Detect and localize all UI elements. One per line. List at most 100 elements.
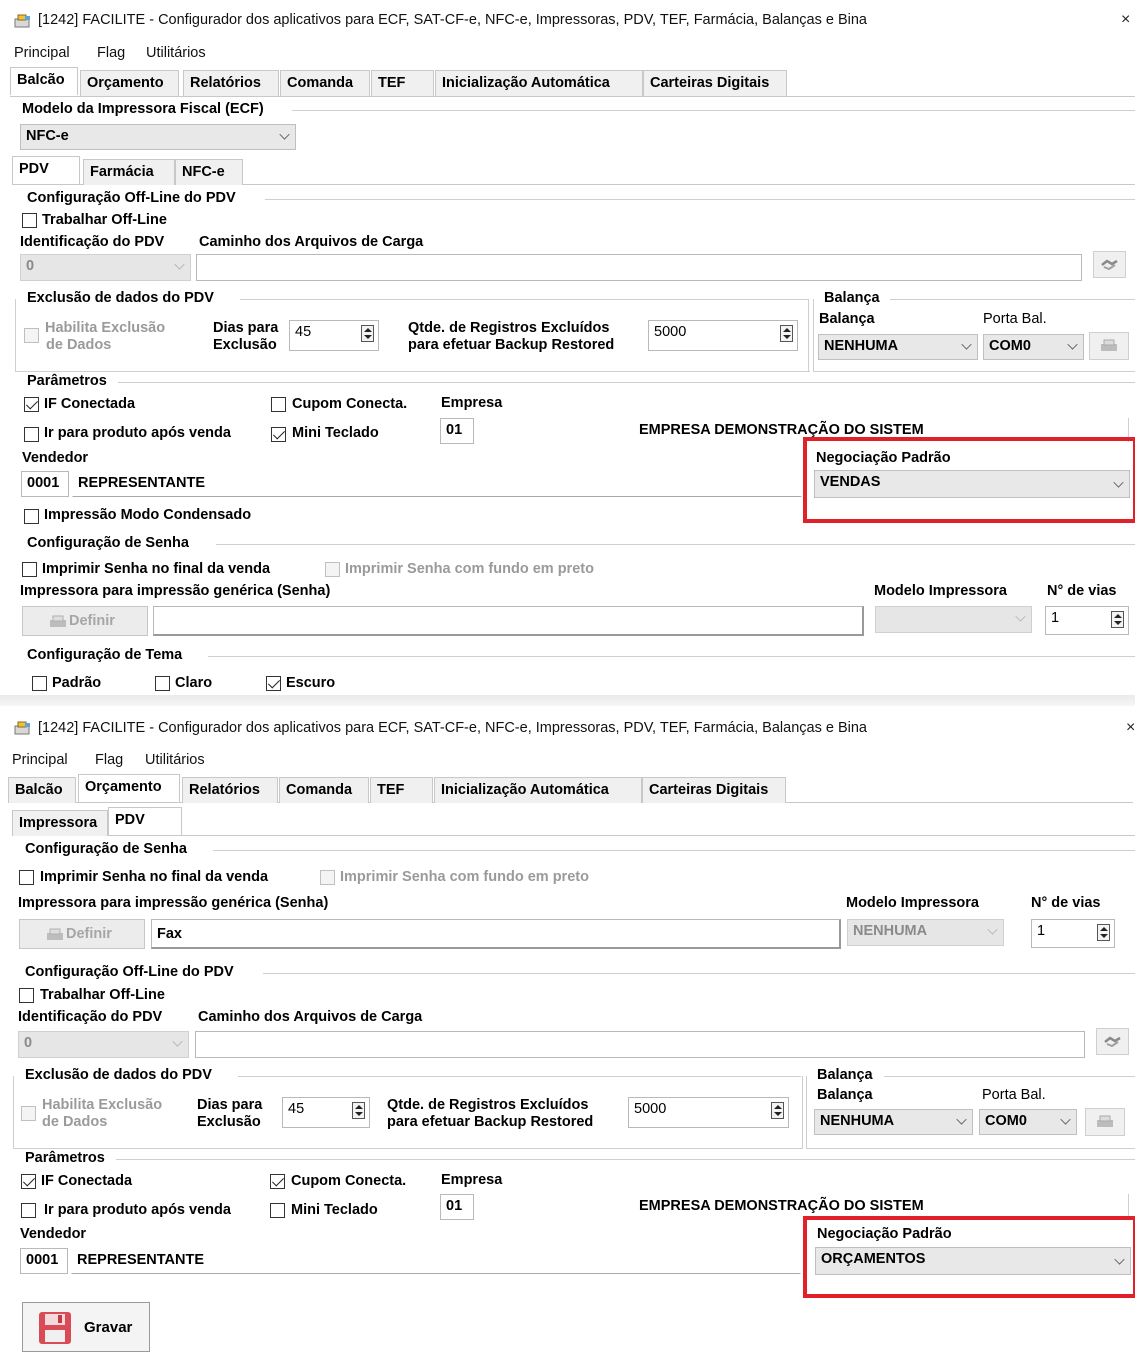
if-conectada-checkbox[interactable] [21, 1174, 36, 1189]
menu-principal[interactable]: Principal [12, 752, 68, 768]
modelo-impressora-value: NENHUMA [853, 923, 928, 939]
ir-produto-checkbox[interactable] [21, 1203, 36, 1218]
vias-label: N° de vias [1031, 895, 1101, 911]
modelo-impressora-select[interactable]: NENHUMA [847, 919, 1004, 946]
definir-button[interactable]: Definir [19, 919, 145, 949]
ident-pdv-select[interactable]: 0 [20, 254, 191, 281]
mini-teclado-checkbox[interactable] [271, 427, 286, 442]
menu-principal[interactable]: Principal [14, 45, 70, 61]
tema-escuro-checkbox[interactable] [266, 676, 281, 691]
vendedor-code-input[interactable]: 0001 [21, 471, 69, 497]
tema-escuro-label: Escuro [286, 675, 336, 691]
subtab-pdv[interactable]: PDV [108, 807, 182, 835]
habilita-exclusao-checkbox[interactable] [24, 328, 39, 343]
qtde-registros-spinner[interactable]: 5000 [648, 320, 798, 351]
main-tab-strip: Balcão Orçamento Relatórios Comanda TEF … [8, 774, 1133, 803]
menu-utilitarios[interactable]: Utilitários [145, 752, 205, 768]
balanca-print-button[interactable] [1089, 332, 1129, 360]
gravar-button[interactable]: Gravar [22, 1302, 150, 1352]
imprimir-fundo-preto-checkbox[interactable] [325, 562, 340, 577]
spin-arrows-icon[interactable] [780, 325, 793, 342]
vias-spinner[interactable]: 1 [1045, 606, 1129, 635]
tab-balcao[interactable]: Balcão [8, 777, 76, 803]
vendedor-name-field: REPRESENTANTE [71, 1248, 801, 1274]
tema-claro-checkbox[interactable] [155, 676, 170, 691]
balanca-select[interactable]: NENHUMA [814, 1109, 973, 1135]
tab-comanda[interactable]: Comanda [279, 777, 369, 803]
subtab-pdv[interactable]: PDV [12, 156, 80, 184]
vias-spinner[interactable]: 1 [1031, 919, 1115, 948]
highlight-negociacao [803, 1216, 1135, 1298]
tab-relatorios[interactable]: Relatórios [183, 70, 279, 96]
tab-carteiras[interactable]: Carteiras Digitais [643, 70, 787, 96]
dias-exclusao-spinner[interactable]: 45 [289, 320, 379, 351]
tab-relatorios[interactable]: Relatórios [182, 777, 278, 803]
ident-pdv-select[interactable]: 0 [18, 1031, 189, 1058]
tab-inicializacao[interactable]: Inicialização Automática [434, 777, 642, 803]
impressora-generica-label: Impressora para impressão genérica (Senh… [18, 895, 329, 911]
tab-comanda[interactable]: Comanda [280, 70, 370, 96]
imprimir-senha-final-label: Imprimir Senha no final da venda [40, 869, 269, 885]
qtde-registros-spinner[interactable]: 5000 [628, 1097, 789, 1128]
sub-tab-strip: Impressora PDV [12, 807, 1135, 836]
dias-exclusao-spinner[interactable]: 45 [282, 1097, 370, 1128]
close-icon[interactable]: × [1126, 719, 1135, 737]
trabalhar-offline-checkbox[interactable] [22, 213, 37, 228]
if-conectada-checkbox[interactable] [24, 397, 39, 412]
empresa-code-input[interactable]: 01 [440, 418, 474, 444]
cupom-conecta-checkbox[interactable] [271, 397, 286, 412]
browse-folder-button[interactable] [1096, 1028, 1129, 1055]
subtab-nfce[interactable]: NFC-e [175, 159, 243, 185]
exclusao-group-title: Exclusão de dados do PDV [25, 1067, 212, 1083]
tab-orcamento[interactable]: Orçamento [80, 70, 179, 96]
qtde-value: 5000 [654, 324, 687, 340]
imprimir-senha-final-checkbox[interactable] [19, 870, 34, 885]
modelo-select[interactable]: NFC-e [20, 124, 296, 150]
imprimir-fundo-preto-checkbox[interactable] [320, 870, 335, 885]
spin-arrows-icon[interactable] [352, 1102, 365, 1119]
modelo-impressora-select[interactable] [875, 606, 1032, 633]
empresa-code-input[interactable]: 01 [440, 1194, 474, 1220]
spin-arrows-icon[interactable] [1111, 611, 1124, 628]
caminho-input[interactable] [196, 254, 1082, 281]
ident-pdv-value: 0 [24, 1035, 33, 1051]
porta-bal-select[interactable]: COM0 [979, 1109, 1077, 1135]
subtab-impressora[interactable]: Impressora [12, 810, 108, 836]
impressao-condensado-checkbox[interactable] [24, 509, 39, 524]
caminho-input[interactable] [195, 1031, 1085, 1058]
window-title: [1242] FACILITE - Configurador dos aplic… [38, 12, 867, 28]
habilita-exclusao-checkbox[interactable] [21, 1106, 36, 1121]
menu-utilitarios[interactable]: Utilitários [146, 45, 206, 61]
spin-arrows-icon[interactable] [1097, 924, 1110, 941]
tema-padrao-checkbox[interactable] [32, 676, 47, 691]
tab-balcao[interactable]: Balcão [10, 67, 78, 95]
browse-folder-button[interactable] [1093, 251, 1126, 278]
impressora-generica-field[interactable]: Fax [151, 919, 841, 949]
spin-arrows-icon[interactable] [361, 325, 374, 342]
imprimir-senha-final-checkbox[interactable] [22, 562, 37, 577]
close-icon[interactable]: × [1121, 11, 1130, 29]
dias-exclusao-label: Dias para Exclusão [213, 320, 279, 353]
menu-flag[interactable]: Flag [95, 752, 123, 768]
tab-tef[interactable]: TEF [370, 777, 433, 803]
impressora-generica-field[interactable] [153, 606, 864, 636]
spin-arrows-icon[interactable] [771, 1102, 784, 1119]
subtab-farmacia[interactable]: Farmácia [83, 159, 175, 185]
definir-button[interactable]: Definir [22, 606, 148, 636]
tab-tef[interactable]: TEF [371, 70, 434, 96]
balanca-print-button[interactable] [1085, 1108, 1125, 1136]
trabalhar-offline-checkbox[interactable] [19, 988, 34, 1003]
configurator-window-balcao: [1242] FACILITE - Configurador dos aplic… [0, 0, 1135, 695]
vendedor-code-input[interactable]: 0001 [20, 1248, 68, 1274]
tab-carteiras[interactable]: Carteiras Digitais [642, 777, 786, 803]
ir-produto-label: Ir para produto após venda [44, 425, 231, 441]
menu-flag[interactable]: Flag [97, 45, 125, 61]
porta-bal-select[interactable]: COM0 [983, 334, 1084, 360]
ir-produto-checkbox[interactable] [24, 427, 39, 442]
balanca-label: Balança [817, 1087, 873, 1103]
tab-orcamento[interactable]: Orçamento [78, 774, 180, 802]
tab-inicializacao[interactable]: Inicialização Automática [435, 70, 643, 96]
cupom-conecta-checkbox[interactable] [270, 1174, 285, 1189]
balanca-select[interactable]: NENHUMA [818, 334, 978, 360]
mini-teclado-checkbox[interactable] [270, 1203, 285, 1218]
